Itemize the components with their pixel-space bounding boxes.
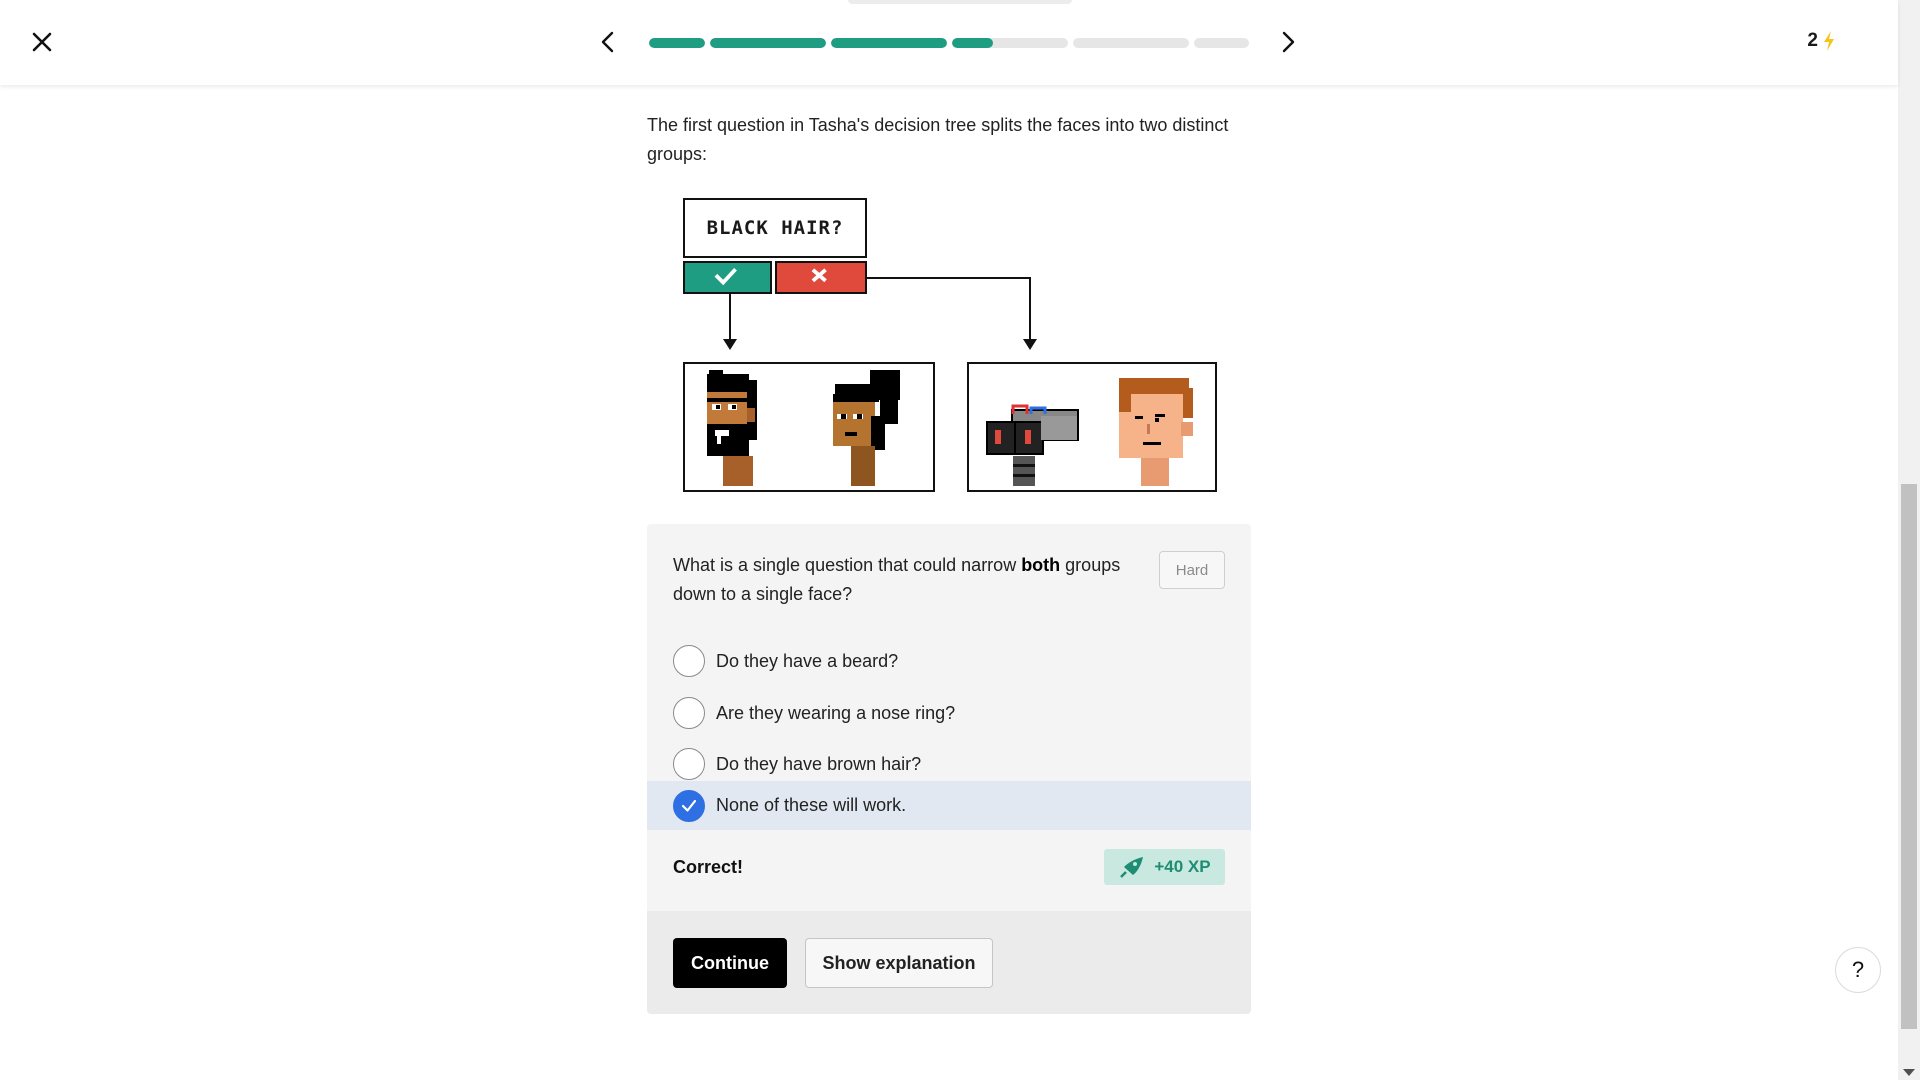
- lesson-progress-bar: [649, 38, 1249, 48]
- radio-button[interactable]: [673, 748, 705, 780]
- scrollbar-thumb[interactable]: [1901, 484, 1917, 1029]
- radio-button[interactable]: [673, 645, 705, 677]
- no-branch: [775, 261, 867, 294]
- option-label: None of these will work.: [716, 795, 907, 815]
- answer-option[interactable]: Do they have a beard?: [647, 636, 1251, 686]
- lightning-icon: [1824, 31, 1834, 51]
- check-icon: [681, 799, 697, 812]
- other-hair-group: [967, 362, 1217, 492]
- check-icon: [714, 267, 737, 286]
- scrollbar[interactable]: [1898, 0, 1920, 1080]
- progress-segment[interactable]: [649, 38, 705, 48]
- close-icon[interactable]: [30, 30, 54, 54]
- progress-segment[interactable]: [710, 38, 826, 48]
- woman-with-bun-face: [833, 370, 900, 486]
- continue-button[interactable]: Continue: [673, 938, 787, 988]
- black-hair-group: [683, 362, 935, 492]
- progress-segment[interactable]: [952, 38, 1068, 48]
- xp-amount: +40 XP: [1154, 857, 1211, 876]
- yes-branch: [683, 261, 772, 294]
- streak-count: 2: [1807, 30, 1818, 51]
- feedback-row: Correct! +40 XP: [647, 835, 1251, 905]
- rocket-icon: [1120, 857, 1144, 878]
- chevron-left-icon[interactable]: [598, 30, 618, 54]
- decision-question-label: BLACK HAIR?: [683, 198, 867, 258]
- option-label: Do they have brown hair?: [716, 753, 922, 774]
- question-text-bold: both: [1021, 555, 1061, 575]
- option-label: Are they wearing a nose ring?: [716, 702, 956, 723]
- progress-segment[interactable]: [1194, 38, 1249, 48]
- top-bar: 2: [0, 0, 1898, 85]
- intro-text: The first question in Tasha's decision t…: [647, 115, 1229, 164]
- xp-badge: +40 XP: [1104, 849, 1225, 885]
- progress-segment[interactable]: [1073, 38, 1189, 48]
- radio-button[interactable]: [673, 697, 705, 729]
- scroll-down-icon[interactable]: [1903, 1069, 1915, 1076]
- action-bar: Continue Show explanation: [647, 911, 1251, 1014]
- x-icon: [811, 268, 827, 283]
- radio-button[interactable]: [673, 789, 705, 822]
- option-label: Do they have a beard?: [716, 650, 899, 671]
- question-text-pre: What is a single question that could nar…: [673, 555, 1022, 575]
- answer-option[interactable]: None of these will work.: [647, 781, 1251, 830]
- question-text: What is a single question that could nar…: [673, 551, 1143, 609]
- chevron-right-icon[interactable]: [1278, 30, 1298, 54]
- answer-option[interactable]: Are they wearing a nose ring?: [647, 688, 1251, 738]
- show-explanation-button[interactable]: Show explanation: [805, 938, 993, 988]
- difficulty-badge: Hard: [1159, 551, 1225, 589]
- brown-haired-man-face: [1119, 378, 1193, 486]
- decision-tree-diagram: BLACK HAIR?: [680, 195, 1220, 495]
- top-shade: [848, 0, 1072, 4]
- help-button[interactable]: ?: [1835, 947, 1881, 993]
- streak-counter[interactable]: 2: [1807, 30, 1836, 52]
- progress-segment[interactable]: [831, 38, 947, 48]
- question-card: What is a single question that could nar…: [647, 524, 1251, 1014]
- feedback-text: Correct!: [673, 857, 744, 877]
